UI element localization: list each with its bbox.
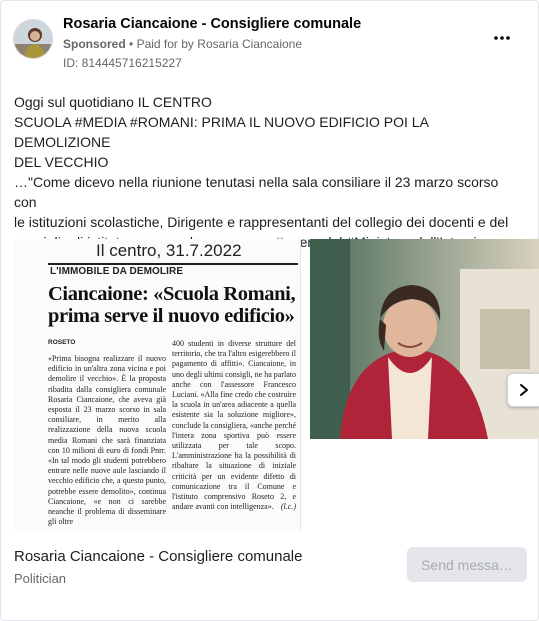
carousel-next-button[interactable] [507,373,539,407]
send-message-button[interactable]: Send messa… [407,547,527,582]
clipping-rule [48,263,298,265]
footer-page-name[interactable]: Rosaria Ciancaione - Consigliere comunal… [14,548,302,565]
ad-card: Rosaria Ciancaione - Consigliere comunal… [0,0,539,621]
clipping-date: Il centro, 31.7.2022 [96,241,242,260]
chevron-right-icon [519,384,528,396]
sponsored-line: Sponsored • Paid for by Rosaria Ciancaio… [63,37,302,51]
newspaper-clipping-slide[interactable]: Il centro, 31.7.2022 L'IMMOBILE DA DEMOL… [14,239,301,531]
post-text-line: DEL VECCHIO [14,154,109,170]
post-quote-line: …"Come dicevo nella riunione tenutasi ne… [14,174,499,210]
clipping-subkicker: ROSETO [48,339,76,346]
clipping-headline: Ciancaione: «Scuola Romani, prima serve … [48,283,296,327]
clipping-column-2-text: 400 studenti in diverse strutture del te… [172,339,296,512]
payer-name: Rosaria Ciancaione [197,37,303,51]
portrait-photo-slide[interactable] [310,239,539,439]
page-name[interactable]: Rosaria Ciancaione - Consigliere comunal… [63,16,361,32]
post-text: Oggi sul quotidiano IL CENTRO SCUOLA #ME… [14,92,524,172]
post-text-line: SCUOLA #MEDIA #ROMANI: PRIMA IL NUOVO ED… [14,114,429,150]
page-avatar[interactable] [13,19,53,59]
paid-for-label: Paid for by [136,37,194,51]
ad-id: ID: 814445716215227 [63,56,182,70]
post-quote-line: le istituzioni scolastiche, Dirigente e … [14,214,509,230]
footer-category: Politician [14,571,67,586]
clipping-signature: (l.c.) [280,502,296,512]
separator-dot: • [129,37,137,51]
media-carousel[interactable]: Il centro, 31.7.2022 L'IMMOBILE DA DEMOL… [14,239,539,531]
clipping-column-2: 400 studenti in diverse strutture del te… [172,339,296,512]
sponsored-label: Sponsored [63,37,126,51]
post-text-line: Oggi sul quotidiano IL CENTRO [14,94,212,110]
more-options-button[interactable] [490,31,514,45]
clipping-column-1: «Prima bisogna realizzare il nuovo edifi… [48,354,166,527]
clipping-kicker: L'IMMOBILE DA DEMOLIRE [50,266,184,277]
more-horizontal-icon [494,36,510,40]
post-header: Rosaria Ciancaione - Consigliere comunal… [13,15,526,71]
